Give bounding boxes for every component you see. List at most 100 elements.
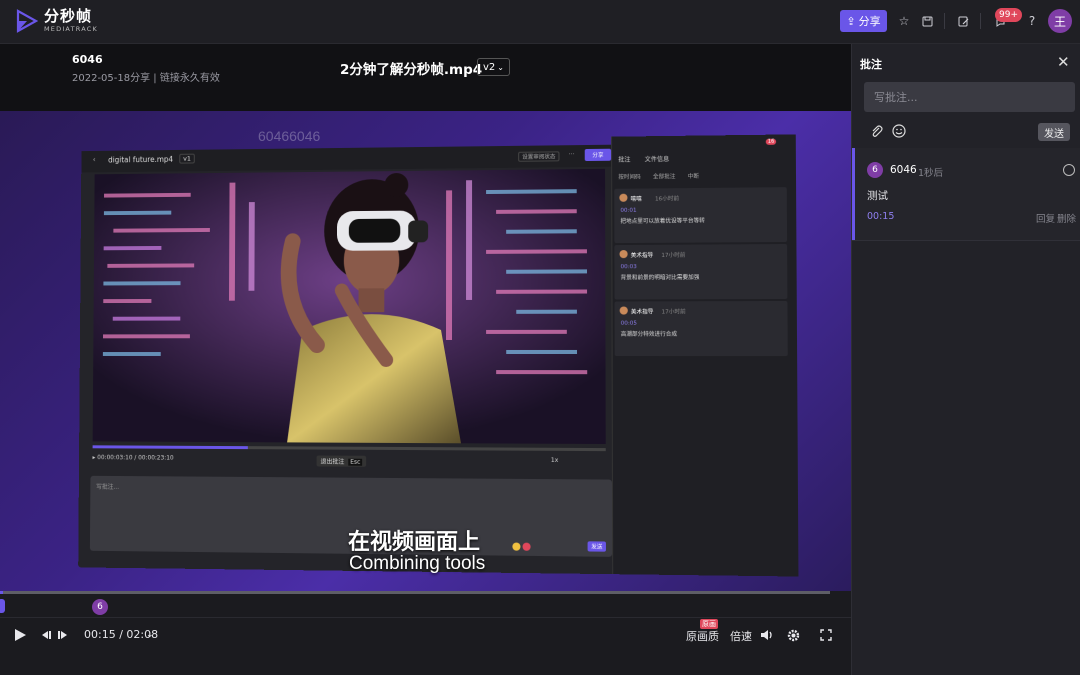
inner-more: ··· — [568, 151, 575, 159]
annotation-panel: 批注 ✕ 发送 6 6046 1秒后 测试 00:15 回复 删除 — [851, 44, 1080, 675]
inner-version: v1 — [179, 153, 195, 164]
progress-track[interactable] — [0, 591, 830, 594]
share-label: 分享 — [858, 15, 881, 28]
help-icon[interactable]: ? — [1024, 13, 1040, 29]
inner-exit-annotation: 退出批注 Esc — [316, 455, 367, 467]
inner-app-screenshot: ‹ digital future.mp4 v1 设置审阅状态 ··· 分享 ▸ … — [78, 134, 800, 577]
inner-rate: 1x — [550, 456, 559, 465]
inner-progress — [92, 445, 606, 452]
progress-fill — [0, 591, 3, 594]
share-button[interactable]: ⇪ 分享 — [840, 10, 887, 32]
timeline[interactable]: 6 — [0, 591, 851, 617]
inner-comment-ts: 00:01 — [620, 207, 637, 214]
inner-comment-text: 背景和前景的明暗对比需要加强 — [620, 274, 700, 282]
logo-icon — [16, 9, 38, 33]
time-format-chevron-icon[interactable]: ⌄ — [146, 627, 154, 643]
prev-frame-icon[interactable] — [40, 627, 52, 643]
back-icon: ‹ — [92, 155, 96, 164]
comment-text: 测试 — [867, 190, 888, 202]
edit-doc-icon[interactable] — [955, 13, 971, 29]
inner-exit-label: 退出批注 — [320, 458, 345, 466]
inner-comment-ago: 17小时前 — [661, 309, 686, 316]
quality-button[interactable]: 原画质 — [686, 628, 719, 644]
comment-time-ago: 1秒后 — [918, 168, 944, 179]
inner-share: 分享 — [584, 148, 612, 162]
annotation-input[interactable] — [864, 82, 1075, 112]
video-frame[interactable]: 60466046 ‹ digital future.mp4 v1 设置审阅状态 … — [0, 111, 851, 591]
inner-comment-ts: 00:05 — [620, 320, 637, 327]
file-owner: 6046 — [72, 53, 103, 66]
divider — [852, 240, 1080, 241]
divider — [980, 13, 981, 29]
emoji-icon[interactable] — [892, 124, 906, 142]
user-avatar[interactable]: 王 — [1048, 9, 1072, 33]
subtitle-english: Combining tools — [349, 553, 486, 574]
play-icon[interactable] — [14, 627, 27, 643]
inner-comment-text: 高潮部分特效进行合成 — [620, 331, 678, 338]
inner-player: ‹ digital future.mp4 v1 设置审阅状态 ··· 分享 ▸ … — [78, 144, 617, 575]
inner-comments-panel: 16 批注 文件信息 按时间码 全部批注 中断 嘻嘻 16小时前 00:01 把… — [611, 134, 799, 577]
inner-badge: 16 — [765, 138, 777, 145]
inner-comment-name: 美术指导 — [630, 309, 654, 316]
inner-filter-time: 按时间码 — [618, 174, 641, 181]
inner-video-image — [92, 168, 606, 445]
resolve-checkbox[interactable] — [1063, 164, 1075, 176]
inner-comment-card: 美术指导 17小时前 00:03 背景和前景的明暗对比需要加强 — [614, 244, 788, 300]
upload-icon: ⇪ — [846, 14, 856, 28]
volume-icon[interactable] — [760, 627, 774, 643]
inner-send: 发送 — [587, 541, 606, 552]
comment-item[interactable]: 6 6046 1秒后 测试 00:15 回复 删除 — [852, 148, 1080, 240]
send-button[interactable]: 发送 — [1038, 123, 1070, 141]
close-icon[interactable]: ✕ — [1057, 53, 1070, 71]
comment-user: 6046 — [890, 164, 917, 176]
subtitle-chinese: 在视频画面上 — [348, 530, 481, 555]
share-info: 2022-05-18分享 | 链接永久有效 — [72, 73, 220, 84]
vr-scene-illustration — [92, 168, 606, 445]
inner-filter-pause: 中断 — [687, 173, 700, 181]
quality-tag: 原画 — [700, 619, 718, 629]
version-select[interactable]: v2 ⌄ — [477, 58, 510, 76]
inner-tab-fileinfo: 文件信息 — [644, 156, 670, 164]
next-frame-icon[interactable] — [57, 627, 69, 643]
app-name: 分秒帧 — [44, 7, 93, 26]
playhead-handle[interactable] — [0, 599, 5, 613]
inner-filters: 按时间码 全部批注 中断 — [618, 172, 699, 181]
reply-button[interactable]: 回复 — [1036, 211, 1055, 225]
inner-comment-card: 嘻嘻 16小时前 00:01 把地点里可以放着优设等平台等转 — [614, 187, 788, 244]
settings-gear-icon[interactable] — [787, 627, 800, 643]
inner-tabs: 批注 文件信息 — [618, 154, 669, 164]
delete-button[interactable]: 删除 — [1057, 211, 1076, 225]
inner-avatar — [619, 250, 628, 259]
panel-title: 批注 — [860, 58, 882, 71]
comment-number: 6 — [867, 162, 883, 178]
inner-tab-annotations: 批注 — [618, 156, 631, 164]
comment-marker[interactable]: 6 — [92, 599, 108, 615]
attachment-icon[interactable] — [870, 124, 883, 142]
inner-exit-key: Esc — [348, 458, 363, 466]
color-swatch-red — [522, 542, 531, 551]
comment-timestamp[interactable]: 00:15 — [867, 211, 894, 222]
fullscreen-icon[interactable] — [820, 627, 832, 643]
inner-time-text: 00:00:03:10 / 00:00:23:10 — [97, 454, 174, 462]
inner-comment-name: 嘻嘻 — [630, 196, 642, 203]
chevron-down-icon: ⌄ — [497, 62, 504, 72]
version-label: v2 — [483, 61, 496, 73]
inner-filter-all: 全部批注 — [652, 174, 676, 181]
divider — [944, 13, 945, 29]
inner-comment-ago: 17小时前 — [661, 252, 686, 259]
inner-progress-fill — [92, 445, 248, 450]
save-icon[interactable] — [919, 13, 935, 29]
top-bar: 分秒帧 MEDIATRACK ⇪ 分享 ☆ 99+ ? 王 — [0, 0, 1080, 44]
inner-topbar: ‹ digital future.mp4 v1 设置审阅状态 ··· 分享 — [81, 144, 616, 173]
inner-comment-card: 美术指导 17小时前 00:05 高潮部分特效进行合成 — [614, 300, 788, 357]
file-header: 6046 2022-05-18分享 | 链接永久有效 2分钟了解分秒帧.mp4 … — [0, 44, 851, 111]
inner-comment-text: 把地点里可以放着优设等平台等转 — [620, 218, 705, 225]
inner-filename: digital future.mp4 — [108, 154, 174, 165]
app-logo[interactable]: 分秒帧 MEDIATRACK — [16, 9, 98, 33]
star-icon[interactable]: ☆ — [896, 13, 912, 29]
inner-comment-ts: 00:03 — [620, 264, 637, 271]
inner-status-select: 设置审阅状态 — [518, 151, 560, 162]
notification-badge: 99+ — [995, 8, 1022, 22]
speed-button[interactable]: 倍速 — [730, 628, 752, 644]
file-title: 2分钟了解分秒帧.mp4 — [340, 62, 483, 78]
